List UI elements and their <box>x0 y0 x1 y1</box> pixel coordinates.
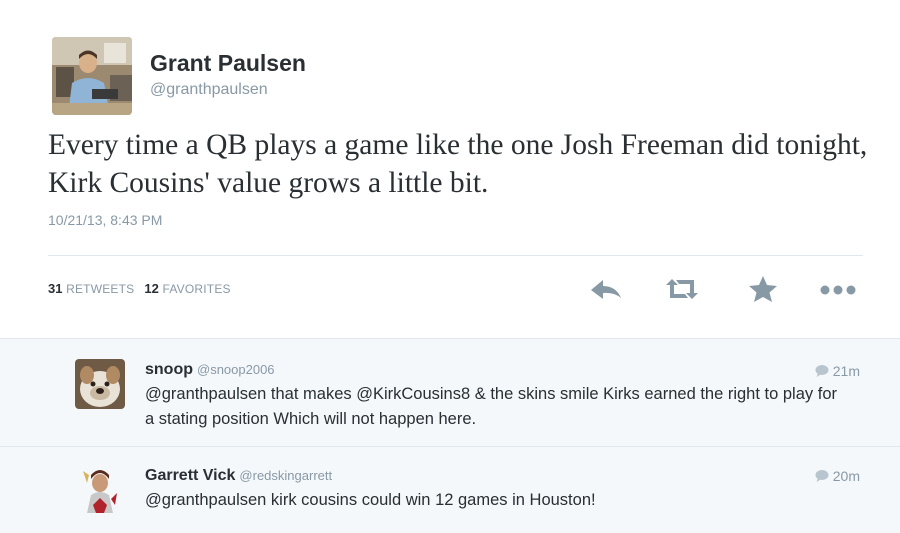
favorite-button[interactable] <box>745 273 781 305</box>
reply-author-handle[interactable]: @redskingarrett <box>239 468 332 483</box>
tweet-text: Every time a QB plays a game like the on… <box>48 129 868 199</box>
reply-time: 20m <box>832 468 860 484</box>
author-avatar[interactable] <box>52 37 132 115</box>
author-handle[interactable]: @granthpaulsen <box>150 81 268 99</box>
reply-header: snoop @snoop2006 <box>145 361 275 379</box>
reply-avatar[interactable] <box>75 359 125 409</box>
retweet-icon <box>666 279 698 299</box>
reply-icon <box>591 280 621 299</box>
divider <box>48 255 863 256</box>
reply-header: Garrett Vick @redskingarrett <box>145 467 332 485</box>
reply-text: @granthpaulsen that makes @KirkCousins8 … <box>145 385 837 428</box>
reply-timestamp[interactable]: 20m <box>815 468 860 484</box>
favorite-star-icon <box>749 276 777 302</box>
retweet-button[interactable] <box>664 273 700 305</box>
reply-avatar[interactable] <box>75 465 125 515</box>
reply-item[interactable]: Garrett Vick @redskingarrett 20m @granthp… <box>0 447 900 533</box>
reply-time: 21m <box>832 363 860 379</box>
main-tweet: Grant Paulsen @granthpaulsen Every time … <box>0 0 900 338</box>
speech-bubble-icon <box>815 365 829 377</box>
author-name[interactable]: Grant Paulsen <box>150 50 306 77</box>
reply-author-handle[interactable]: @snoop2006 <box>197 362 275 377</box>
reply-item[interactable]: snoop @snoop2006 21m @granthpaulsen that … <box>0 339 900 447</box>
reply-author-name[interactable]: Garrett Vick <box>145 467 235 484</box>
reply-button[interactable] <box>588 273 624 305</box>
tweet-actions <box>0 273 900 305</box>
reply-timestamp[interactable]: 21m <box>815 363 860 379</box>
more-options-button[interactable] <box>818 273 856 305</box>
reply-text: @granthpaulsen kirk cousins could win 12… <box>145 491 596 509</box>
speech-bubble-icon <box>815 470 829 482</box>
replies-list: snoop @snoop2006 21m @granthpaulsen that … <box>0 338 900 533</box>
tweet-timestamp[interactable]: 10/21/13, 8:43 PM <box>48 212 162 228</box>
more-options-icon <box>820 285 856 295</box>
reply-author-name[interactable]: snoop <box>145 361 193 378</box>
